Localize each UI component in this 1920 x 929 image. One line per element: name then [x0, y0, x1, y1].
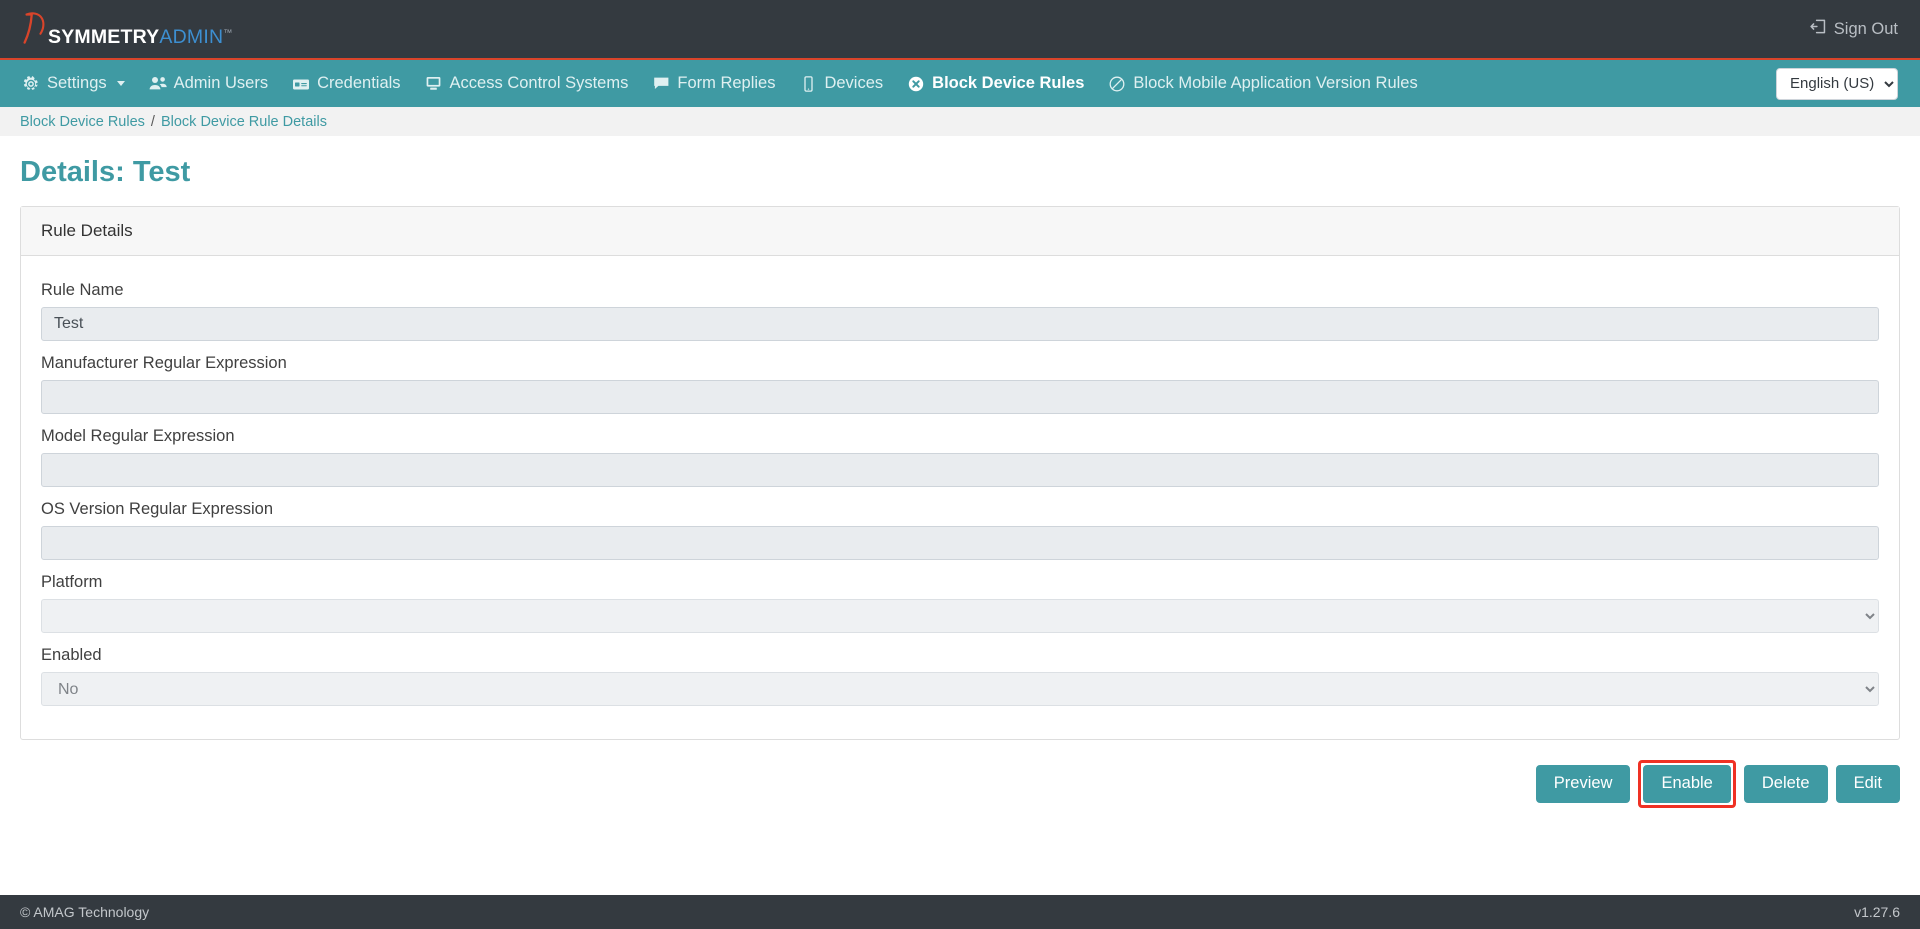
breadcrumb-item-block-device-rule-details[interactable]: Block Device Rule Details	[161, 114, 327, 130]
rule-name-input[interactable]	[41, 307, 1879, 341]
nav-item-settings[interactable]: Settings	[22, 60, 137, 107]
credential-card-icon	[292, 77, 310, 91]
breadcrumb-separator: /	[150, 113, 155, 130]
field-label: Rule Name	[41, 281, 124, 299]
nav-item-access-control-systems[interactable]: Access Control Systems	[413, 60, 641, 107]
field-label: OS Version Regular Expression	[41, 500, 274, 518]
os-version-regex-input[interactable]	[41, 526, 1879, 560]
field-label: Manufacturer Regular Expression	[41, 354, 287, 372]
nav-item-label: Settings	[47, 74, 107, 92]
preview-button-wrap: Preview	[1535, 765, 1631, 803]
sign-out-label: Sign Out	[1833, 19, 1898, 38]
platform-select[interactable]	[41, 599, 1879, 633]
field-model-regex: Model Regular Expression	[41, 427, 1879, 487]
nav-item-label: Block Device Rules	[932, 74, 1085, 92]
footer-copyright: © AMAG Technology	[20, 904, 150, 920]
field-manufacturer-regex: Manufacturer Regular Expression	[41, 354, 1879, 414]
field-os-version-regex: OS Version Regular Expression	[41, 500, 1879, 560]
breadcrumb: Block Device Rules / Block Device Rule D…	[0, 107, 1920, 136]
action-button-row: Preview Enable Delete Edit	[20, 760, 1900, 808]
field-rule-name: Rule Name	[41, 281, 1879, 341]
nav-item-devices[interactable]: Devices	[787, 60, 895, 107]
preview-button[interactable]: Preview	[1535, 765, 1631, 803]
delete-button[interactable]: Delete	[1743, 765, 1828, 803]
mobile-icon	[799, 75, 817, 92]
nav-item-credentials[interactable]: Credentials	[280, 60, 412, 107]
nav-item-label: Admin Users	[173, 74, 269, 92]
panel-body: Rule Name Manufacturer Regular Expressio…	[21, 256, 1899, 739]
rule-details-panel: Rule Details Rule Name Manufacturer Regu…	[20, 206, 1900, 740]
desktop-icon	[425, 76, 443, 91]
brand-name-primary: SYMMETRY	[48, 26, 160, 48]
breadcrumb-item-block-device-rules[interactable]: Block Device Rules	[20, 114, 145, 130]
nav-item-label: Block Mobile Application Version Rules	[1133, 74, 1418, 92]
falcon-head-logo-icon	[22, 10, 46, 49]
enable-button[interactable]: Enable	[1643, 765, 1731, 803]
field-label: Platform	[41, 573, 103, 591]
nav-item-form-replies[interactable]: Form Replies	[640, 60, 787, 107]
manufacturer-regex-input[interactable]	[41, 380, 1879, 414]
model-regex-input[interactable]	[41, 453, 1879, 487]
field-label: Enabled	[41, 646, 102, 664]
language-select[interactable]: English (US)	[1776, 67, 1898, 100]
footer-version: v1.27.6	[1854, 904, 1900, 920]
brand-text: SYMMETRYADMIN™	[48, 26, 233, 48]
field-platform: Platform	[41, 573, 1879, 633]
footer: © AMAG Technology v1.27.6	[0, 895, 1920, 929]
ban-icon	[1108, 76, 1126, 92]
gear-icon	[22, 75, 40, 92]
users-icon	[149, 76, 167, 91]
field-label: Model Regular Expression	[41, 427, 235, 445]
nav-item-label: Credentials	[317, 74, 401, 92]
nav-item-label: Form Replies	[677, 74, 776, 92]
chevron-down-icon	[116, 81, 125, 86]
brand-logo[interactable]: SYMMETRYADMIN™	[22, 10, 232, 49]
comment-icon	[652, 76, 670, 91]
panel-header: Rule Details	[21, 207, 1899, 256]
nav-item-list: Settings Admin Users Credentials Access …	[22, 60, 1776, 107]
edit-button-wrap: Edit	[1835, 765, 1900, 803]
page-content: Details: Test Rule Details Rule Name Man…	[0, 156, 1920, 808]
nav-item-label: Devices	[824, 74, 884, 92]
enabled-select[interactable]: No	[41, 672, 1879, 706]
main-navigation: Settings Admin Users Credentials Access …	[0, 60, 1920, 107]
nav-item-admin-users[interactable]: Admin Users	[137, 60, 280, 107]
sign-out-icon	[1810, 18, 1827, 40]
brand-trademark: ™	[223, 27, 233, 38]
brand-name-secondary: ADMIN	[159, 26, 224, 48]
top-bar: SYMMETRYADMIN™ Sign Out	[0, 0, 1920, 60]
field-enabled: Enabled No	[41, 646, 1879, 706]
edit-button[interactable]: Edit	[1835, 765, 1900, 803]
nav-item-block-device-rules[interactable]: Block Device Rules	[895, 60, 1096, 107]
sign-out-button[interactable]: Sign Out	[1810, 18, 1898, 40]
enable-button-highlight: Enable	[1638, 760, 1737, 808]
nav-item-block-mobile-application-version-rules[interactable]: Block Mobile Application Version Rules	[1096, 60, 1429, 107]
page-title: Details: Test	[20, 156, 191, 188]
circle-x-icon	[907, 76, 925, 92]
nav-item-label: Access Control Systems	[449, 74, 629, 92]
delete-button-wrap: Delete	[1743, 765, 1828, 803]
